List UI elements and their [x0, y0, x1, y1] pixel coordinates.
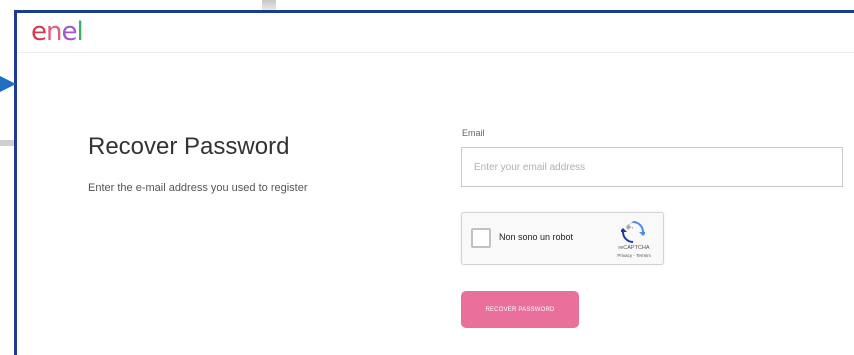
recaptcha-brand: reCAPTCHA — [618, 245, 650, 251]
recaptcha-label: Non sono un robot — [499, 232, 574, 242]
logo-letter-2: n — [46, 17, 63, 47]
site-header: e n e l — [17, 13, 854, 53]
outer-gray-mark — [262, 0, 276, 10]
page-subtitle: Enter the e-mail address you used to reg… — [88, 182, 308, 194]
email-label: Email — [462, 128, 485, 138]
recaptcha-logo-icon — [621, 221, 645, 243]
enel-logo[interactable]: e n e l — [31, 15, 84, 47]
recover-password-button[interactable]: RECOVER PASSWORD — [461, 291, 579, 328]
pointer-arrow-icon — [0, 76, 16, 92]
logo-letter-4: l — [76, 17, 83, 47]
recaptcha-terms-link[interactable]: Privacy - Termini — [611, 253, 657, 258]
logo-letter-3: e — [61, 17, 77, 47]
logo-letter-1: e — [31, 17, 47, 47]
recaptcha-widget: Non sono un robot reCAPTCHA Privacy - Te… — [461, 212, 664, 265]
email-input[interactable] — [461, 147, 843, 187]
page-title: Recover Password — [88, 133, 290, 160]
recaptcha-checkbox[interactable] — [471, 228, 491, 248]
